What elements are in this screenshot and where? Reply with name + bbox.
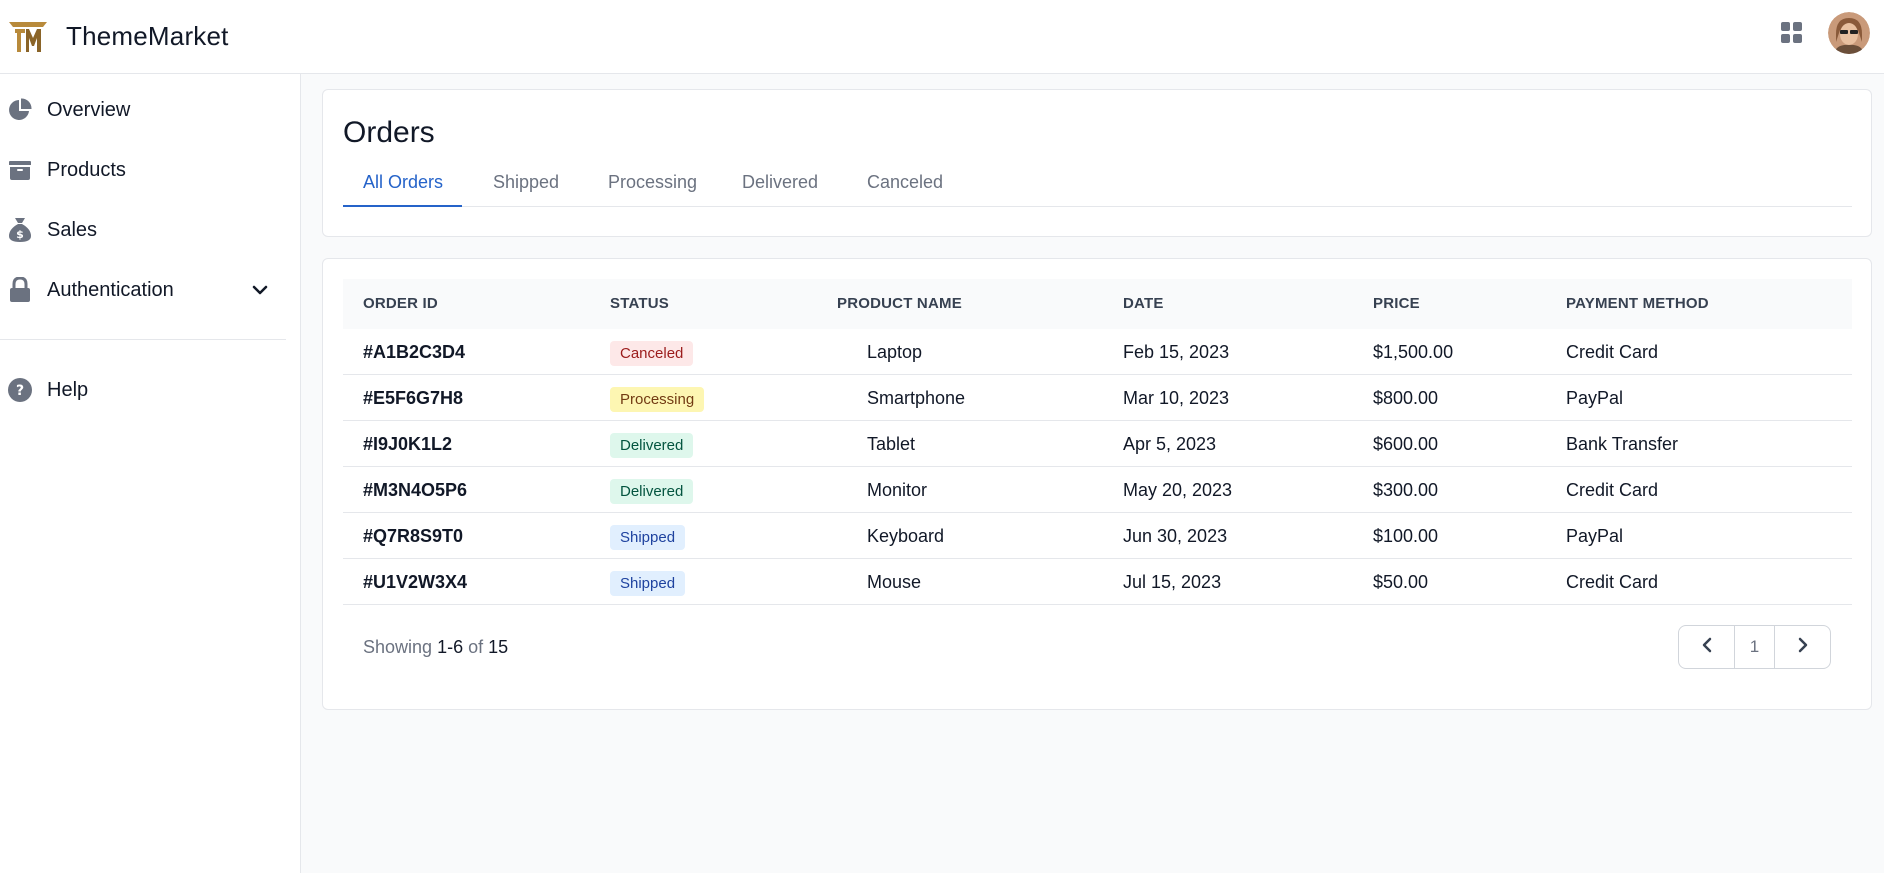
product-name: Mouse	[867, 572, 922, 592]
product-name: Keyboard	[867, 526, 945, 546]
sidebar-item-label: Sales	[47, 218, 98, 241]
lock-icon	[7, 277, 33, 303]
order-id: #I9J0K1L2	[363, 434, 453, 454]
order-date: May 20, 2023	[1123, 480, 1233, 500]
status-badge: Canceled	[610, 341, 694, 366]
payment-method: PayPal	[1566, 526, 1624, 546]
product-name: Laptop	[867, 342, 923, 362]
payment-method: PayPal	[1566, 388, 1624, 408]
column-header-payment-method: Payment Method	[1566, 295, 1709, 312]
sidebar-item-label: Authentication	[47, 278, 174, 301]
table-row[interactable]: #M3N4O5P6 Delivered Monitor May 20, 2023…	[343, 467, 1852, 513]
order-id: #E5F6G7H8	[363, 388, 464, 408]
product-name: Monitor	[867, 480, 928, 500]
showing-range: 1-6	[437, 637, 464, 657]
table-row[interactable]: #A1B2C3D4 Canceled Laptop Feb 15, 2023 $…	[343, 329, 1852, 375]
order-price: $300.00	[1373, 480, 1439, 500]
brand[interactable]: ThemeMarket	[6, 19, 229, 55]
box-icon	[7, 157, 33, 183]
table-row[interactable]: #Q7R8S9T0 Shipped Keyboard Jun 30, 2023 …	[343, 513, 1852, 559]
order-price: $800.00	[1373, 388, 1439, 408]
chevron-down-icon[interactable]	[250, 280, 270, 300]
product-name: Tablet	[867, 434, 916, 454]
order-id: #A1B2C3D4	[363, 342, 466, 362]
sidebar: Overview Products $ Sales Authentication…	[0, 74, 301, 873]
sidebar-divider	[0, 339, 286, 340]
table-header: Order ID Status Product Name Date Price …	[343, 279, 1852, 329]
tab-shipped[interactable]: Shipped	[493, 172, 559, 207]
question-circle-icon: ?	[7, 377, 33, 403]
column-header-product-name: Product Name	[837, 295, 962, 312]
tab-canceled[interactable]: Canceled	[867, 172, 943, 207]
order-id: #Q7R8S9T0	[363, 526, 464, 546]
order-date: Feb 15, 2023	[1123, 342, 1230, 362]
tab-delivered[interactable]: Delivered	[742, 172, 818, 207]
column-header-order-id: Order ID	[363, 295, 438, 312]
product-name: Smartphone	[867, 388, 966, 408]
previous-page-button[interactable]	[1679, 626, 1735, 668]
payment-method: Credit Card	[1566, 572, 1659, 592]
sidebar-item-authentication[interactable]: Authentication	[0, 266, 286, 314]
svg-text:?: ?	[16, 383, 24, 399]
payment-method: Bank Transfer	[1566, 434, 1679, 454]
chevron-left-icon	[1702, 637, 1712, 658]
payment-method: Credit Card	[1566, 342, 1659, 362]
pie-chart-icon	[7, 97, 33, 123]
sidebar-item-label: Overview	[47, 98, 131, 121]
order-price: $1,500.00	[1373, 342, 1454, 362]
table-row[interactable]: #E5F6G7H8 Processing Smartphone Mar 10, …	[343, 375, 1852, 421]
brand-name: ThemeMarket	[66, 21, 229, 51]
status-badge: Processing	[610, 387, 705, 412]
order-price: $600.00	[1373, 434, 1439, 454]
user-avatar[interactable]	[1828, 12, 1870, 54]
sidebar-item-overview[interactable]: Overview	[0, 86, 286, 134]
order-id: #U1V2W3X4	[363, 572, 468, 592]
table-row[interactable]: #I9J0K1L2 Delivered Tablet Apr 5, 2023 $…	[343, 421, 1852, 467]
sidebar-item-help[interactable]: ? Help	[0, 366, 286, 414]
svg-text:$: $	[16, 228, 24, 241]
showing-prefix: Showing	[363, 637, 433, 657]
status-badge: Shipped	[610, 571, 686, 596]
money-bag-icon: $	[7, 217, 33, 243]
sidebar-item-label: Products	[47, 158, 126, 181]
grid-icon[interactable]	[1778, 19, 1806, 47]
order-price: $50.00	[1373, 572, 1429, 592]
chevron-right-icon	[1798, 637, 1808, 658]
page-title: Orders	[343, 116, 435, 149]
sidebar-item-products[interactable]: Products	[0, 146, 286, 194]
tab-all-orders[interactable]: All Orders	[343, 172, 462, 207]
showing-of: of	[468, 637, 484, 657]
showing-total: 15	[488, 637, 509, 657]
top-navbar: ThemeMarket	[0, 0, 1884, 74]
table-row[interactable]: #U1V2W3X4 Shipped Mouse Jul 15, 2023 $50…	[343, 559, 1852, 605]
payment-method: Credit Card	[1566, 480, 1659, 500]
next-page-button[interactable]	[1775, 626, 1830, 668]
pagination-summary: Showing 1-6 of 15	[363, 637, 508, 658]
order-date: Mar 10, 2023	[1123, 388, 1230, 408]
page-number-button[interactable]: 1	[1735, 626, 1775, 668]
tm-logo-icon	[6, 19, 50, 55]
status-badge: Delivered	[610, 433, 694, 458]
order-id: #M3N4O5P6	[363, 480, 468, 500]
column-header-date: Date	[1123, 295, 1164, 312]
order-date: Jul 15, 2023	[1123, 572, 1222, 592]
order-date: Apr 5, 2023	[1123, 434, 1217, 454]
order-date: Jun 30, 2023	[1123, 526, 1228, 546]
order-tabs: All Orders Shipped Processing Delivered …	[343, 172, 1852, 207]
tab-processing[interactable]: Processing	[608, 172, 697, 207]
status-badge: Delivered	[610, 479, 694, 504]
status-badge: Shipped	[610, 525, 686, 550]
orders-header-card: Orders All Orders Shipped Processing Del…	[322, 89, 1872, 237]
sidebar-item-sales[interactable]: $ Sales	[0, 206, 286, 254]
column-header-price: Price	[1373, 295, 1420, 312]
orders-table-card: Order ID Status Product Name Date Price …	[322, 258, 1872, 710]
order-price: $100.00	[1373, 526, 1439, 546]
pagination: 1	[1678, 625, 1831, 669]
column-header-status: Status	[610, 295, 669, 312]
sidebar-item-label: Help	[47, 378, 89, 401]
